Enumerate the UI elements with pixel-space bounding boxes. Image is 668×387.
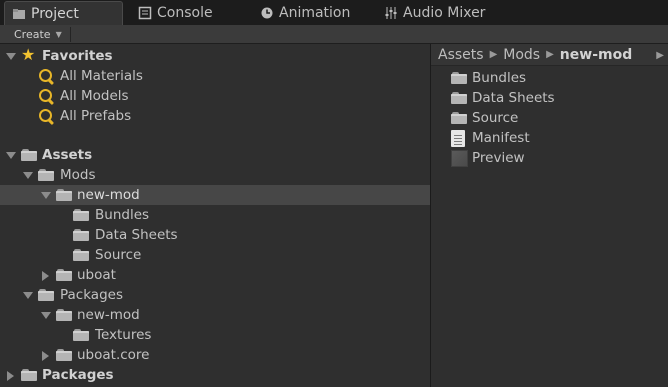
folder-tree-pane[interactable]: ★ Favorites All Materials All Models All…	[0, 44, 430, 387]
tree-row-pkg-new-mod[interactable]: new-mod	[0, 305, 430, 325]
tab-project-label: Project	[31, 5, 79, 22]
folder-label: Data Sheets	[95, 227, 178, 243]
content-item-label: Manifest	[472, 130, 530, 146]
uboat-label: uboat	[77, 267, 116, 283]
tab-audio-mixer-label: Audio Mixer	[403, 5, 486, 21]
content-item-label: Source	[472, 110, 519, 126]
mods-label: Mods	[60, 167, 96, 183]
create-label: Create	[14, 28, 51, 41]
star-icon: ★	[21, 45, 36, 64]
folder-icon	[451, 91, 468, 105]
chevron-down-icon: ▼	[55, 30, 62, 39]
content-item-bundles[interactable]: Bundles	[451, 68, 526, 88]
folder-icon	[56, 348, 73, 362]
breadcrumb-separator-icon: ▶	[546, 49, 554, 60]
text-document-icon	[451, 129, 465, 147]
content-item-preview[interactable]: Preview	[451, 148, 525, 168]
tree-row-uboat[interactable]: uboat	[0, 265, 430, 285]
tree-row-packages-sub[interactable]: Packages	[0, 285, 430, 305]
folder-icon	[38, 288, 55, 302]
collapse-arrow-icon[interactable]	[5, 370, 15, 381]
project-toolbar: Create ▼	[0, 25, 668, 44]
tree-row-all-prefabs[interactable]: All Prefabs	[0, 106, 430, 126]
expand-arrow-icon[interactable]	[5, 51, 16, 61]
search-icon	[38, 108, 55, 122]
content-item-data-sheets[interactable]: Data Sheets	[451, 88, 555, 108]
window-tab-bar: Project Console Animation Audio Mixer	[0, 0, 668, 25]
tab-audio-mixer[interactable]: Audio Mixer	[384, 1, 485, 25]
folder-icon	[56, 308, 73, 322]
folder-icon	[73, 228, 90, 242]
pkg-new-mod-label: new-mod	[77, 307, 140, 323]
folder-label: Bundles	[95, 207, 150, 223]
folder-icon	[56, 188, 73, 202]
tree-row-source[interactable]: Source	[0, 245, 430, 265]
content-item-label: Bundles	[472, 70, 527, 86]
tab-animation-label: Animation	[279, 5, 351, 21]
tab-console-label: Console	[157, 5, 213, 21]
console-icon	[138, 6, 152, 20]
tab-project[interactable]: Project	[4, 1, 123, 25]
collapse-arrow-icon[interactable]	[40, 270, 50, 281]
collapse-arrow-icon[interactable]	[40, 350, 50, 361]
folder-icon	[38, 168, 55, 182]
breadcrumb-more-icon[interactable]: ▶	[656, 50, 664, 61]
image-thumbnail-icon	[451, 149, 468, 167]
favorite-item-label: All Prefabs	[60, 108, 132, 124]
assets-label: Assets	[42, 147, 93, 163]
tree-row-favorites[interactable]: ★ Favorites	[0, 46, 430, 66]
create-dropdown-button[interactable]: Create ▼	[6, 27, 71, 42]
breadcrumb-separator-icon: ▶	[489, 49, 498, 60]
tree-row-packages[interactable]: Packages	[0, 365, 430, 385]
folder-label: Source	[95, 247, 142, 263]
breadcrumb-assets[interactable]: Assets	[438, 47, 484, 63]
tab-console[interactable]: Console	[138, 1, 213, 25]
tree-row-new-mod-selected[interactable]: new-mod	[0, 185, 430, 205]
breadcrumb-mods[interactable]: Mods	[503, 47, 540, 63]
packages-sub-label: Packages	[60, 287, 123, 303]
folder-icon	[21, 148, 38, 162]
animation-clock-icon	[260, 6, 274, 20]
new-mod-label: new-mod	[77, 187, 140, 203]
folder-icon	[73, 328, 90, 342]
tree-row-data-sheets[interactable]: Data Sheets	[0, 225, 430, 245]
expand-arrow-icon[interactable]	[40, 190, 51, 200]
tree-row-all-materials[interactable]: All Materials	[0, 66, 430, 86]
folder-icon	[73, 248, 90, 262]
project-folder-icon	[12, 7, 26, 21]
expand-arrow-icon[interactable]	[5, 150, 16, 160]
audio-mixer-icon	[384, 6, 398, 20]
folder-icon	[21, 368, 38, 382]
packages-root-label: Packages	[42, 367, 114, 383]
tree-row-assets[interactable]: Assets	[0, 145, 430, 165]
content-item-label: Preview	[472, 150, 525, 166]
tree-row-mods[interactable]: Mods	[0, 165, 430, 185]
favorite-item-label: All Materials	[60, 68, 143, 84]
tree-row-all-models[interactable]: All Models	[0, 86, 430, 106]
favorites-label: Favorites	[42, 48, 113, 64]
search-icon	[38, 68, 55, 82]
breadcrumb: Assets ▶ Mods ▶ new-mod ▶	[431, 44, 668, 66]
search-icon	[38, 88, 55, 102]
breadcrumb-new-mod[interactable]: new-mod	[560, 47, 632, 63]
folder-contents-pane[interactable]: Assets ▶ Mods ▶ new-mod ▶ Bundles Data S…	[431, 44, 668, 387]
expand-arrow-icon[interactable]	[22, 170, 33, 180]
folder-icon	[73, 208, 90, 222]
tree-row-bundles[interactable]: Bundles	[0, 205, 430, 225]
content-item-source[interactable]: Source	[451, 108, 518, 128]
folder-icon	[451, 111, 468, 125]
expand-arrow-icon[interactable]	[40, 310, 51, 320]
tree-row-textures[interactable]: Textures	[0, 325, 430, 345]
textures-label: Textures	[95, 327, 152, 343]
tab-animation[interactable]: Animation	[260, 1, 350, 25]
content-item-manifest[interactable]: Manifest	[451, 128, 530, 148]
favorite-item-label: All Models	[60, 88, 129, 104]
uboat-core-label: uboat.core	[77, 347, 150, 363]
tree-row-uboat-core[interactable]: uboat.core	[0, 345, 430, 365]
folder-icon	[451, 71, 468, 85]
content-item-label: Data Sheets	[472, 90, 555, 106]
expand-arrow-icon[interactable]	[22, 290, 33, 300]
folder-icon	[56, 268, 73, 282]
